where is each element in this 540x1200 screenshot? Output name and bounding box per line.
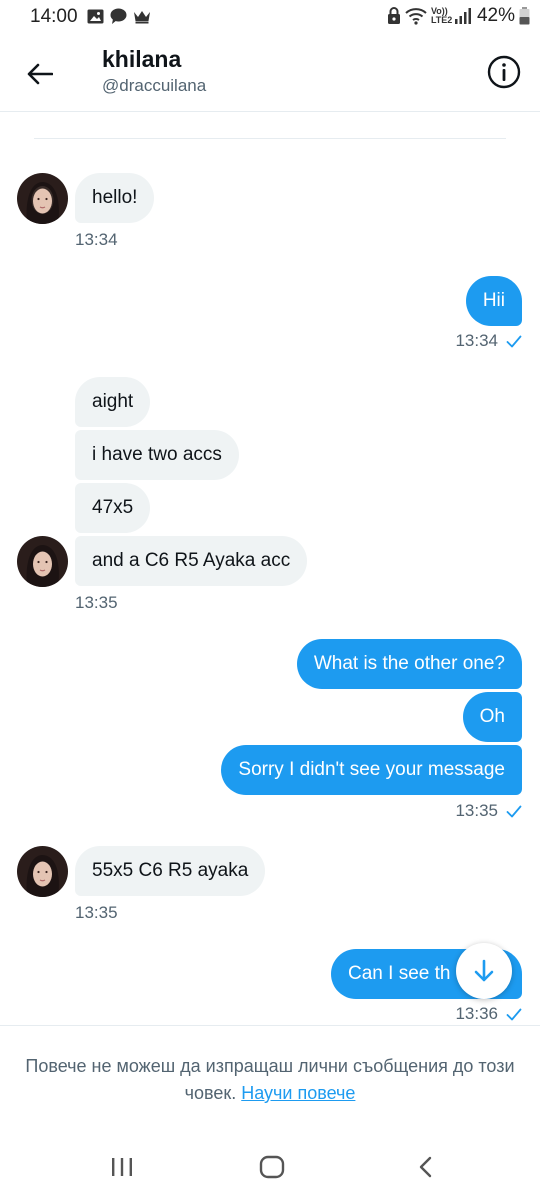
message-bubble-outgoing[interactable]: Oh	[462, 692, 522, 742]
message-bubble-incoming[interactable]: 47x5	[75, 483, 151, 533]
divider	[34, 138, 506, 139]
signal-icon	[454, 8, 471, 24]
arrow-left-icon	[27, 63, 53, 85]
status-time: 14:00	[30, 6, 78, 27]
conversation-header: khilana @draccuilana	[0, 36, 540, 112]
dm-restricted-notice: Повече не можеш да изпращаш лични съобще…	[15, 1053, 525, 1107]
read-check-icon	[506, 1008, 522, 1020]
message-bubble-outgoing[interactable]: Sorry I didn't see your message	[221, 745, 522, 795]
message-timestamp: 13:36	[455, 1004, 498, 1023]
nav-back-button[interactable]	[410, 1152, 440, 1182]
info-button[interactable]	[486, 54, 522, 90]
message-timestamp-row: 13:34	[455, 331, 522, 351]
info-icon	[487, 55, 521, 89]
system-nav-bar	[0, 1130, 540, 1200]
message-bubble-incoming[interactable]: i have two accs	[75, 430, 239, 480]
status-bar: 14:00 Vo)) LTE2 42%	[0, 0, 540, 36]
message-bubble-outgoing[interactable]: What is the other one?	[296, 639, 522, 689]
message-timestamp: 13:34	[75, 230, 118, 249]
message-timestamp-row: 13:36	[455, 1004, 522, 1024]
home-icon	[259, 1155, 285, 1179]
network-label: Vo)) LTE2	[430, 6, 453, 25]
message-bubble-incoming[interactable]: aight	[75, 377, 151, 427]
message-bubble-incoming[interactable]: hello!	[75, 173, 155, 223]
conversation-handle[interactable]: @draccuilana	[102, 76, 206, 96]
recents-button[interactable]	[107, 1152, 137, 1182]
message-timestamp-row: 13:35	[455, 801, 522, 821]
read-check-icon	[506, 805, 522, 817]
message-timestamp: 13:35	[75, 903, 118, 922]
scroll-to-bottom-button[interactable]	[456, 943, 512, 999]
message-bubble-incoming[interactable]: 55x5 C6 R5 ayaka	[75, 846, 266, 896]
conversation-name[interactable]: khilana	[102, 46, 181, 73]
battery-percent: 42%	[476, 5, 515, 26]
back-chevron-icon	[419, 1156, 432, 1178]
message-timestamp: 13:34	[455, 331, 498, 350]
learn-more-link[interactable]: Научи повече	[241, 1083, 355, 1103]
avatar[interactable]	[17, 846, 68, 897]
wifi-icon	[405, 8, 427, 25]
message-timestamp: 13:35	[455, 801, 498, 820]
home-button[interactable]	[257, 1152, 287, 1182]
avatar[interactable]	[17, 173, 68, 224]
crown-icon	[134, 10, 150, 23]
arrow-down-icon	[474, 959, 494, 982]
footer-divider	[0, 1025, 540, 1026]
avatar[interactable]	[17, 536, 68, 587]
back-button[interactable]	[22, 56, 58, 92]
message-bubble-outgoing[interactable]: Hii	[465, 276, 522, 326]
recents-icon	[112, 1158, 132, 1176]
battery-icon	[519, 7, 530, 25]
read-check-icon	[506, 335, 522, 347]
message-timestamp: 13:35	[75, 593, 118, 612]
message-bubble-incoming[interactable]: and a C6 R5 Ayaka acc	[75, 536, 308, 586]
chat-bubble-icon	[110, 8, 127, 24]
lock-icon	[387, 7, 400, 24]
status-icons-left	[87, 8, 151, 24]
status-icons-right: Vo)) LTE2 42%	[387, 5, 530, 27]
image-icon	[87, 9, 104, 23]
